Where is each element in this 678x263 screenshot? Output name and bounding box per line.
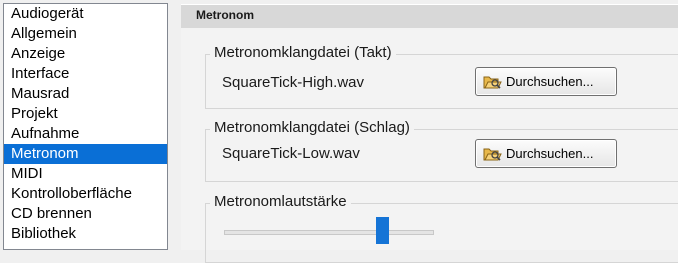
category-item-interface[interactable]: Interface xyxy=(4,64,167,84)
category-item-kontrolloberflaeche[interactable]: Kontrolloberfläche xyxy=(4,184,167,204)
volume-group-title: Metronomlautstärke xyxy=(210,193,351,210)
folder-open-icon xyxy=(483,146,502,162)
schlag-group-title: Metronomklangdatei (Schlag) xyxy=(210,119,414,136)
category-item-audiogeraet[interactable]: Audiogerät xyxy=(4,4,167,24)
schlag-sound-group: Metronomklangdatei (Schlag) SquareTick-L… xyxy=(205,119,678,182)
category-item-mausrad[interactable]: Mausrad xyxy=(4,84,167,104)
category-item-metronom[interactable]: Metronom xyxy=(4,144,167,164)
category-item-projekt[interactable]: Projekt xyxy=(4,104,167,124)
category-item-bibliothek[interactable]: Bibliothek xyxy=(4,224,167,244)
takt-browse-label: Durchsuchen... xyxy=(506,74,594,89)
schlag-file-name: SquareTick-Low.wav xyxy=(222,145,360,162)
takt-group-title: Metronomklangdatei (Takt) xyxy=(210,44,396,61)
takt-browse-button[interactable]: Durchsuchen... xyxy=(475,67,617,96)
schlag-browse-label: Durchsuchen... xyxy=(506,146,594,161)
volume-slider-track[interactable] xyxy=(224,230,434,235)
category-list[interactable]: Audiogerät Allgemein Anzeige Interface M… xyxy=(3,3,168,250)
folder-open-icon xyxy=(483,74,502,90)
category-item-cd-brennen[interactable]: CD brennen xyxy=(4,204,167,224)
schlag-browse-button[interactable]: Durchsuchen... xyxy=(475,139,617,168)
panel-header: Metronom xyxy=(181,4,678,28)
takt-file-name: SquareTick-High.wav xyxy=(222,74,364,91)
category-item-anzeige[interactable]: Anzeige xyxy=(4,44,167,64)
metronome-settings-panel: Metronomklangdatei (Takt) SquareTick-Hig… xyxy=(181,28,678,263)
takt-sound-group: Metronomklangdatei (Takt) SquareTick-Hig… xyxy=(205,44,678,109)
category-item-midi[interactable]: MIDI xyxy=(4,164,167,184)
category-item-aufnahme[interactable]: Aufnahme xyxy=(4,124,167,144)
category-item-allgemein[interactable]: Allgemein xyxy=(4,24,167,44)
panel-title: Metronom xyxy=(196,8,254,22)
volume-slider-thumb[interactable] xyxy=(375,217,389,244)
